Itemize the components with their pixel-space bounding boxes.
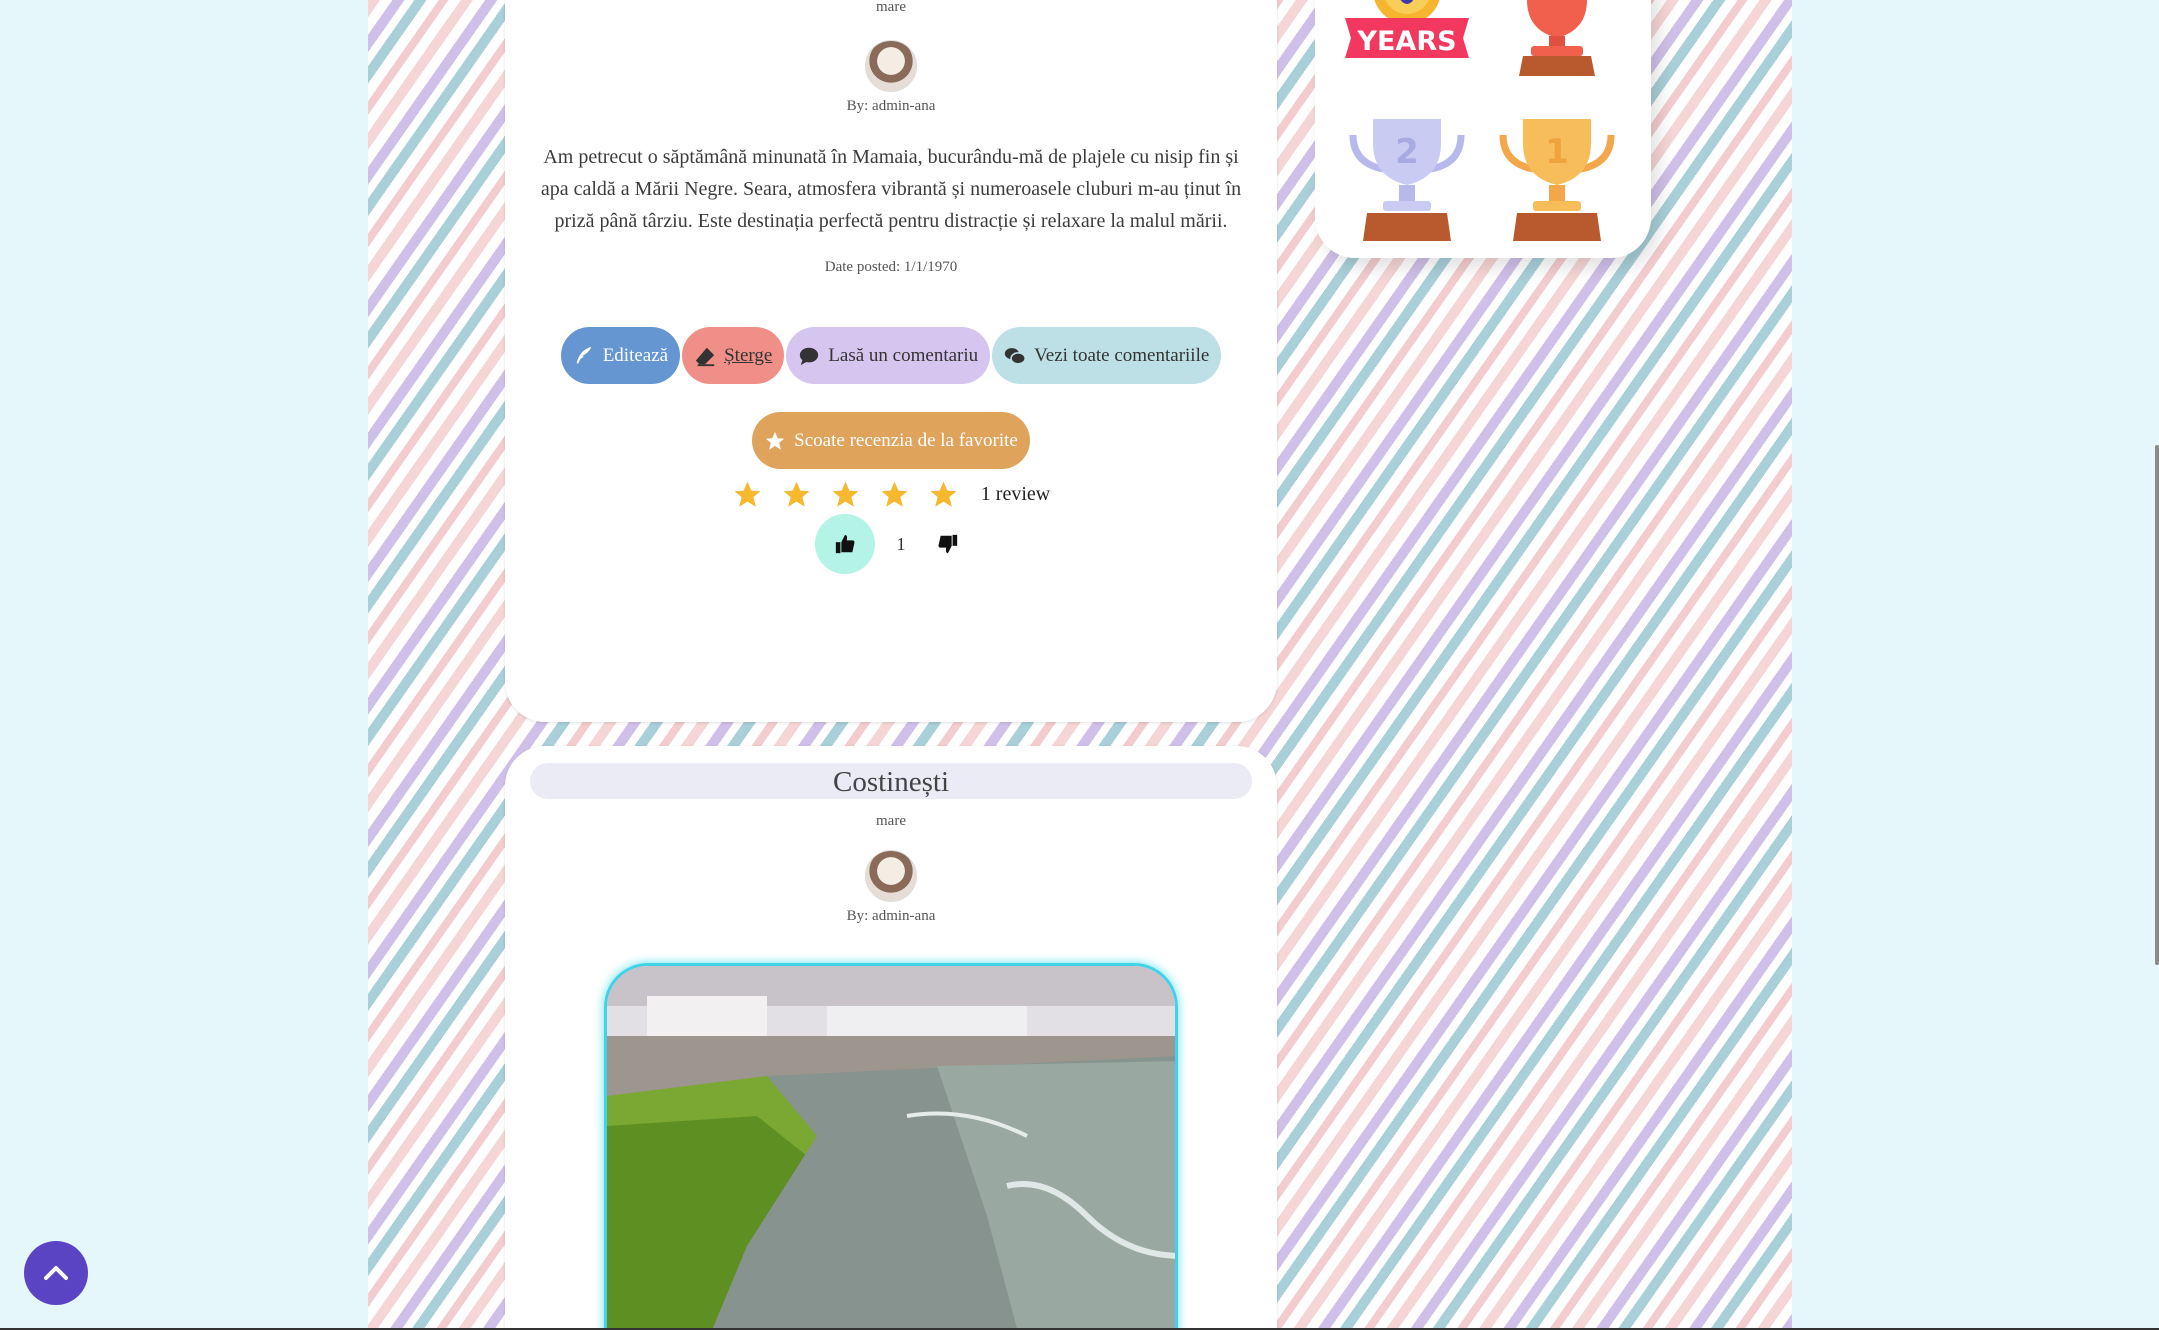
leave-comment-label: Lasă un comentariu	[828, 344, 979, 366]
beach-photo-image	[607, 966, 1175, 1330]
rating-star-icon[interactable]	[781, 479, 812, 510]
chevron-up-icon	[44, 1266, 68, 1280]
thumbs-down-icon	[938, 534, 957, 554]
rating-star-icon[interactable]	[879, 479, 910, 510]
rating-star-icon[interactable]	[830, 479, 861, 510]
review-category: mare	[876, 813, 906, 829]
leave-comment-button[interactable]: Lasă un comentariu	[786, 327, 991, 384]
silver-trophy-icon: 2	[1349, 119, 1465, 241]
edit-label: Editează	[602, 344, 669, 366]
comments-icon	[1004, 347, 1027, 365]
author-avatar[interactable]	[865, 850, 917, 902]
years-badge-icon: YEARS	[1345, 0, 1469, 58]
scroll-to-top-button[interactable]	[24, 1241, 88, 1305]
review-actions: Editează Șterge Lasă un comentariu Vezi …	[505, 327, 1277, 384]
delete-label: Șterge	[724, 344, 773, 366]
vote-controls: 1	[505, 514, 1277, 574]
page-scrollbar[interactable]	[2155, 445, 2159, 965]
dislike-button[interactable]	[928, 524, 968, 564]
star-icon	[766, 431, 785, 450]
view-all-comments-label: Vezi toate comentariile	[1034, 344, 1210, 366]
review-card: Costinești mare By: admin-ana	[505, 746, 1277, 1330]
review-card: mare By: admin-ana Am petrecut o săptămâ…	[505, 0, 1277, 722]
thumbs-up-icon	[835, 534, 854, 554]
vote-count: 1	[896, 533, 906, 554]
review-author[interactable]: By: admin-ana	[505, 98, 1277, 115]
star-rating[interactable]: 1 review	[505, 479, 1277, 510]
delete-button[interactable]: Șterge	[682, 327, 785, 384]
review-text: Am petrecut o săptămână minunată în Mama…	[540, 146, 1242, 232]
review-photo	[604, 963, 1178, 1330]
remove-favorite-label: Scoate recenzia de la favorite	[794, 429, 1018, 451]
bronze-trophy-icon	[1519, 0, 1595, 76]
review-category: mare	[876, 0, 906, 15]
svg-text:2: 2	[1395, 132, 1419, 172]
rating-star-icon[interactable]	[928, 479, 959, 510]
review-count: 1 review	[980, 483, 1051, 505]
review-date: Date posted: 1/1/1970	[824, 259, 958, 275]
view-all-comments-button[interactable]: Vezi toate comentariile	[992, 327, 1222, 384]
gold-trophy-icon: 1	[1499, 119, 1615, 241]
svg-text:1: 1	[1545, 132, 1569, 172]
author-avatar[interactable]	[865, 40, 917, 92]
review-author[interactable]: By: admin-ana	[505, 908, 1277, 925]
rating-star-icon[interactable]	[732, 479, 763, 510]
review-title: Costinești	[530, 763, 1252, 799]
feather-icon	[576, 346, 592, 363]
remove-favorite-button[interactable]: Scoate recenzia de la favorite	[752, 412, 1030, 469]
edit-button[interactable]: Editează	[560, 327, 681, 384]
comment-icon	[800, 347, 819, 365]
achievements-widget: YEARS 2 1	[1315, 0, 1651, 258]
eraser-icon	[695, 347, 715, 366]
years-badge-text: YEARS	[1356, 26, 1456, 57]
like-button[interactable]	[814, 514, 875, 574]
